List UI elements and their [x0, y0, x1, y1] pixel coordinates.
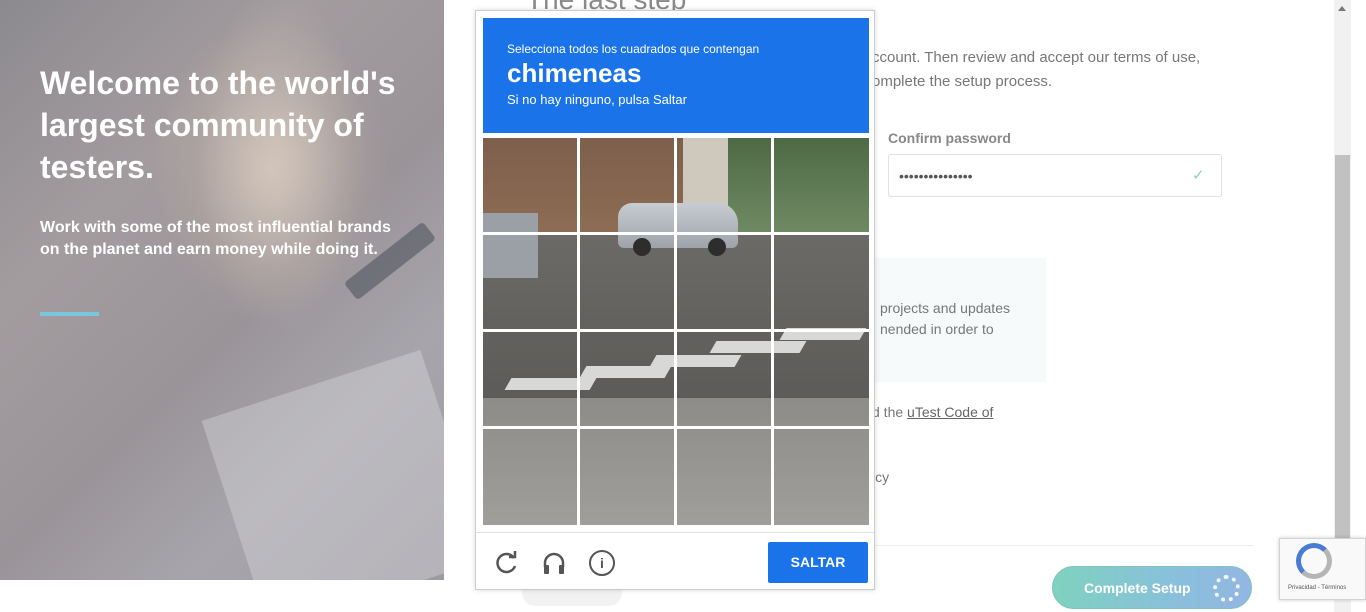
captcha-tile[interactable] — [677, 138, 771, 232]
captcha-tile[interactable] — [580, 235, 674, 329]
hero-image-paper — [201, 349, 444, 580]
confirm-password-field[interactable]: ••••••••••••••• — [888, 154, 1222, 197]
loading-spinner-icon — [1213, 575, 1240, 602]
captcha-target: chimeneas — [507, 58, 642, 88]
captcha-tile[interactable] — [774, 235, 868, 329]
captcha-tile[interactable] — [774, 429, 868, 523]
recaptcha-terms[interactable]: Privacidad - Términos — [1288, 585, 1346, 591]
reload-icon[interactable] — [494, 550, 520, 576]
captcha-tile[interactable] — [580, 429, 674, 523]
captcha-tile[interactable] — [677, 429, 771, 523]
info-text: projects and updates nended in order to — [880, 300, 1010, 337]
code-of-conduct-text: d the uTest Code of — [872, 404, 993, 420]
check-icon: ✓ — [1192, 167, 1205, 184]
page-scrollbar[interactable] — [1334, 0, 1351, 612]
code-prefix: d the — [872, 404, 908, 420]
captcha-tile[interactable] — [677, 235, 771, 329]
captcha-header: Selecciona todos los cuadrados que conte… — [483, 18, 869, 133]
captcha-tile[interactable] — [580, 138, 674, 232]
captcha-tile[interactable] — [774, 332, 868, 426]
captcha-dialog: Selecciona todos los cuadrados que conte… — [475, 10, 875, 590]
captcha-tile[interactable] — [774, 138, 868, 232]
hero-panel: Welcome to the world's largest community… — [0, 0, 444, 580]
skip-button[interactable]: SALTAR — [768, 542, 868, 583]
captcha-image-grid — [483, 138, 869, 525]
hero-accent-line — [40, 312, 99, 316]
recaptcha-logo-icon — [1296, 543, 1332, 579]
hero-subtext: Work with some of the most influential b… — [40, 219, 391, 258]
captcha-tile[interactable] — [483, 138, 577, 232]
confirm-password-label: Confirm password — [888, 130, 1011, 146]
recaptcha-badge[interactable]: Privacidad - Términos — [1279, 538, 1366, 600]
captcha-tile[interactable] — [580, 332, 674, 426]
info-icon[interactable]: i — [589, 550, 615, 576]
captcha-tile[interactable] — [677, 332, 771, 426]
captcha-tile[interactable] — [483, 429, 577, 523]
captcha-tile[interactable] — [483, 235, 577, 329]
window-edge — [1351, 0, 1366, 612]
code-of-conduct-link[interactable]: uTest Code of — [907, 404, 993, 420]
headphones-icon[interactable] — [541, 550, 567, 576]
form-divider — [872, 545, 1254, 546]
form-intro: ccount. Then review and accept our terms… — [872, 49, 1201, 90]
captcha-subtext: Si no hay ninguno, pulsa Saltar — [507, 92, 687, 107]
captcha-footer: i SALTAR — [476, 532, 874, 590]
complete-setup-button[interactable]: Complete Setup — [1052, 566, 1252, 609]
scroll-up-arrow-icon[interactable] — [1338, 6, 1346, 11]
complete-setup-label: Complete Setup — [1084, 579, 1191, 596]
hero-heading: Welcome to the world's largest community… — [40, 65, 396, 185]
captcha-tile[interactable] — [483, 332, 577, 426]
page: Welcome to the world's largest community… — [0, 0, 1366, 612]
scroll-thumb[interactable] — [1335, 155, 1350, 550]
captcha-instruction: Selecciona todos los cuadrados que conte… — [507, 42, 760, 56]
